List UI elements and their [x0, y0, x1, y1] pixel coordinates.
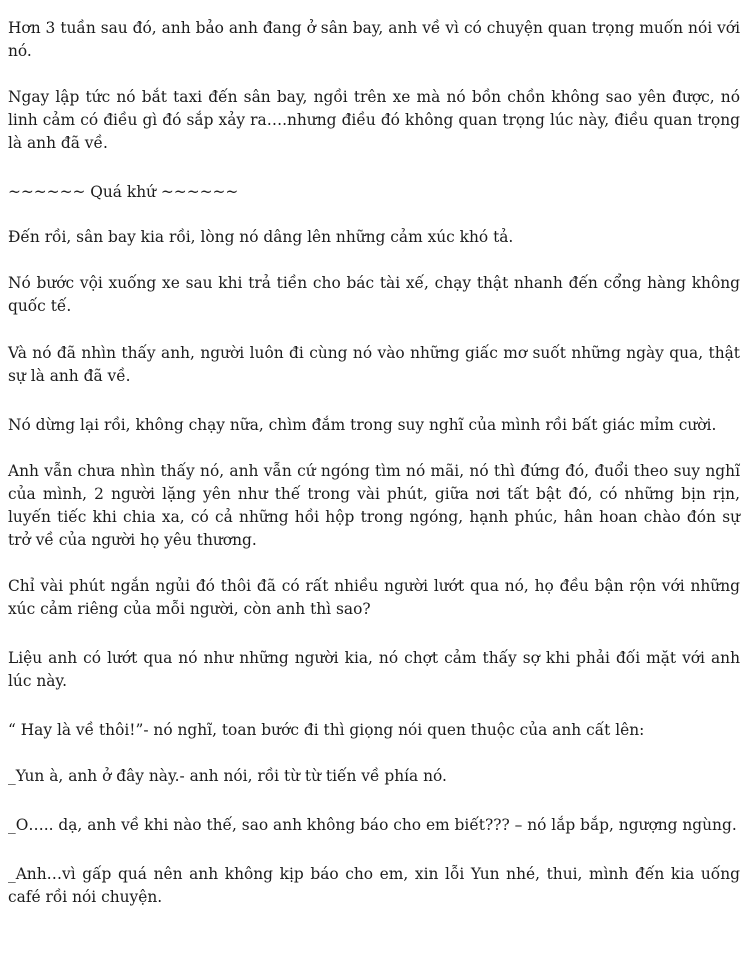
paragraph: Anh vẫn chưa nhìn thấy nó, anh vẫn cứ ng… [8, 462, 740, 549]
paragraph: _Anh…vì gấp quá nên anh không kịp báo ch… [8, 865, 740, 906]
paragraph: Nó bước vội xuống xe sau khi trả tiền ch… [8, 274, 740, 315]
paragraph: _Yun à, anh ở đây này.- anh nói, rồi từ … [8, 767, 447, 785]
paragraph: Đến rồi, sân bay kia rồi, lòng nó dâng l… [8, 228, 514, 246]
paragraph: Hơn 3 tuần sau đó, anh bảo anh đang ở sâ… [8, 19, 740, 60]
paragraph: _O….. dạ, anh về khi nào thế, sao anh kh… [8, 816, 737, 834]
paragraph: Liệu anh có lướt qua nó như những người … [8, 649, 740, 690]
paragraph: Ngay lập tức nó bắt taxi đến sân bay, ng… [8, 88, 740, 152]
document-body: Hơn 3 tuần sau đó, anh bảo anh đang ở sâ… [8, 17, 740, 909]
paragraph: Nó dừng lại rồi, không chạy nữa, chìm đắ… [8, 416, 717, 434]
paragraph: Chỉ vài phút ngắn ngủi đó thôi đã có rất… [8, 577, 740, 618]
section-divider: ~~~~~~ Quá khứ ~~~~~~ [8, 183, 239, 201]
paragraph: Và nó đã nhìn thấy anh, người luôn đi cù… [8, 344, 740, 385]
paragraph: “ Hay là về thôi!”- nó nghĩ, toan bước đ… [8, 721, 645, 739]
